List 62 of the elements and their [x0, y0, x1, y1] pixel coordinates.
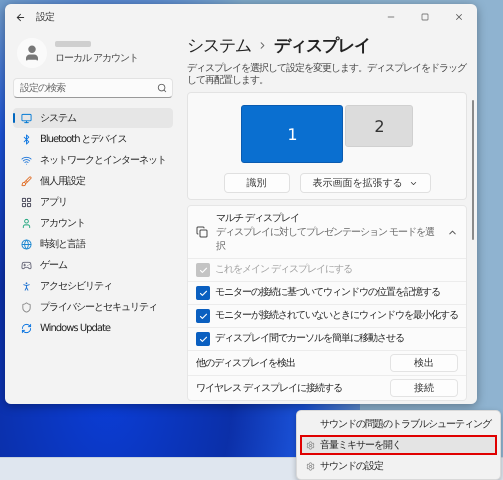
gamepad-icon [21, 260, 32, 270]
shield-icon [21, 302, 32, 312]
gear-icon [306, 462, 315, 470]
monitor-tile[interactable]: 2 [345, 105, 413, 147]
sidebar-item[interactable]: ゲーム [13, 255, 173, 275]
sidebar-item[interactable]: プライバシーとセキュリティ [13, 297, 173, 317]
menu-item[interactable]: 音量ミキサーを開く [300, 435, 497, 455]
refresh-icon [21, 322, 32, 334]
setting-label: 他のディスプレイを検出 [196, 356, 296, 370]
user-icon [21, 218, 32, 228]
action-button[interactable]: 接続 [390, 379, 458, 397]
search-icon [157, 83, 167, 93]
back-icon[interactable] [15, 12, 26, 22]
avatar [17, 38, 47, 68]
checkbox-label: これをメイン ディスプレイにする [215, 264, 352, 276]
checkbox-label: モニターが接続されていないときにウィンドウを最小化する [215, 310, 458, 322]
check-icon [198, 288, 208, 298]
check-icon [198, 266, 208, 274]
checkbox[interactable] [196, 309, 210, 323]
sidebar-item[interactable]: ネットワークとインターネット [13, 150, 173, 170]
identify-button[interactable]: 識別 [224, 173, 290, 193]
check-icon [198, 312, 208, 320]
sidebar-item[interactable]: Bluetooth とデバイス [13, 129, 173, 149]
description-text: ディスプレイを選択して設定を変更します。ディスプレイをドラッグして再配置します。 [187, 63, 467, 87]
checkbox-label: ディスプレイ間でカーソルを簡単に移動させる [215, 333, 404, 345]
sidebar-item[interactable]: アクセシビリティ [13, 276, 173, 296]
sidebar-item[interactable]: 個人用設定 [13, 171, 173, 191]
monitor-icon [21, 112, 32, 124]
setting-label: ワイヤレス ディスプレイに接続する [196, 382, 344, 395]
checkbox[interactable] [196, 286, 210, 300]
action-button[interactable]: 検出 [390, 354, 458, 372]
wifi-icon [21, 154, 32, 166]
scrollbar[interactable] [472, 100, 474, 240]
globe-icon [21, 238, 32, 250]
checkbox[interactable] [196, 332, 210, 346]
check-icon [198, 334, 208, 344]
app-grid-icon [21, 196, 32, 208]
sidebar-item[interactable]: Windows Update [13, 318, 173, 338]
bluetooth-icon [21, 134, 32, 144]
breadcrumb-parent[interactable]: システム [187, 34, 251, 57]
card-title: マルチ ディスプレイ [216, 212, 300, 225]
account-type: ローカル アカウント [55, 52, 138, 65]
redacted-name [55, 41, 91, 47]
display-mode-dropdown[interactable]: 表示画面を拡張する [300, 173, 430, 193]
sidebar-item[interactable]: システム [13, 108, 173, 128]
window-title: 設定 [36, 10, 56, 24]
maximize-icon [421, 13, 429, 21]
menu-item[interactable]: サウンドの問題のトラブルシューティング [300, 414, 497, 434]
card-subtitle: ディスプレイに対してプレゼンテーション モードを選択 [216, 226, 436, 253]
sidebar-item[interactable]: アプリ [13, 192, 173, 212]
monitors-icon [196, 226, 208, 238]
page-title: ディスプレイ [274, 35, 370, 57]
accessibility-icon [21, 280, 32, 292]
menu-item[interactable]: サウンドの設定 [300, 456, 497, 476]
sidebar-item[interactable]: アカウント [13, 213, 173, 233]
monitor-tile[interactable]: 1 [241, 105, 343, 163]
gear-icon [306, 440, 315, 450]
sidebar-item[interactable]: 時刻と言語 [13, 234, 173, 254]
checkbox-label: モニターの接続に基づいてウィンドウの位置を記憶する [215, 287, 440, 299]
close-icon [454, 12, 464, 22]
brush-icon [21, 176, 32, 186]
search-field[interactable]: 設定の検索 [13, 78, 173, 98]
